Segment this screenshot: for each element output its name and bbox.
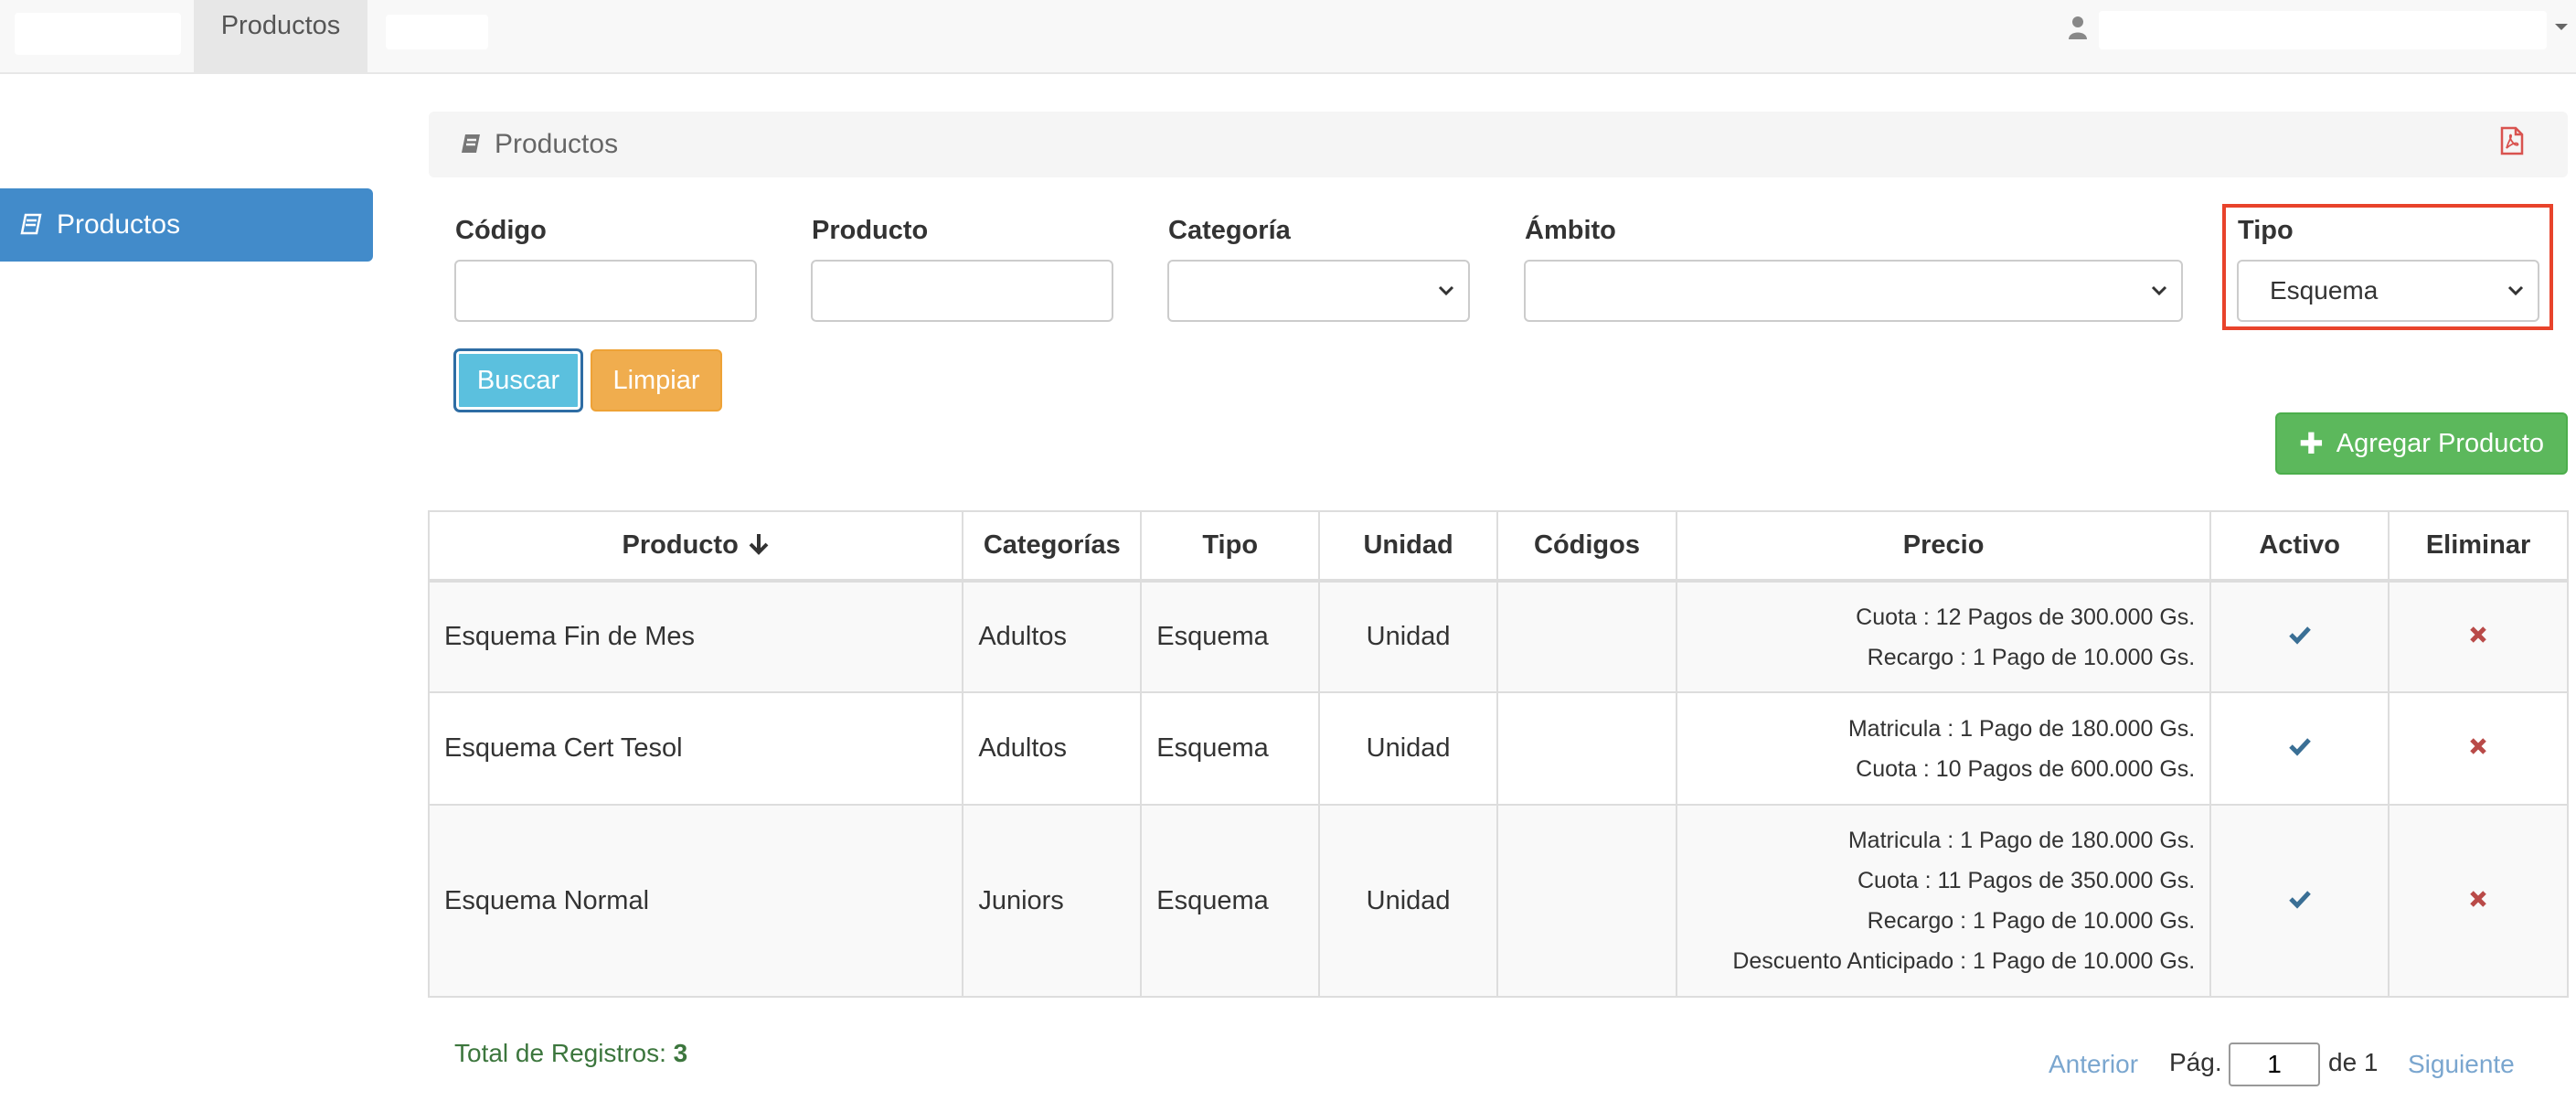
pagination-page-label: Pág.: [2169, 1048, 2222, 1076]
price-line: Recargo : 1 Pago de 10.000 Gs.: [1867, 908, 2196, 934]
sidebar-item-label: Productos: [57, 209, 181, 240]
cell-codigos: [1496, 804, 1677, 998]
nav-tab-label: Productos: [220, 11, 341, 40]
cell-eliminar[interactable]: [2388, 580, 2569, 693]
price-line: Matricula : 1 Pago de 180.000 Gs.: [1847, 828, 2196, 853]
pagination-prev[interactable]: Anterior: [2049, 1050, 2138, 1079]
productos-table: Producto Categorías Tipo Unidad Códigos …: [427, 510, 2569, 998]
brand-placeholder[interactable]: [15, 13, 181, 55]
pdf-icon[interactable]: [2500, 126, 2524, 155]
col-header-eliminar: Eliminar: [2388, 510, 2569, 583]
user-menu[interactable]: [2099, 11, 2547, 49]
price-line: Matricula : 1 Pago de 180.000 Gs.: [1847, 715, 2196, 742]
categoria-select[interactable]: [1167, 260, 1470, 322]
cell-eliminar[interactable]: [2388, 691, 2569, 806]
arrow-down-icon: [749, 534, 769, 555]
cell-categorias: Adultos: [962, 691, 1143, 806]
col-header-codigos: Códigos: [1496, 510, 1677, 583]
delete-icon[interactable]: [2468, 625, 2488, 645]
cell-activo[interactable]: [2209, 804, 2390, 998]
pagination-next[interactable]: Siguiente: [2408, 1050, 2515, 1079]
categoria-label: Categoría: [1168, 216, 1291, 245]
price-line: Cuota : 10 Pagos de 600.000 Gs.: [1856, 755, 2196, 782]
cell-tipo: Esquema: [1140, 804, 1321, 998]
check-icon[interactable]: [2288, 625, 2312, 645]
col-header-precio: Precio: [1675, 510, 2212, 583]
cell-unidad: Unidad: [1318, 804, 1499, 998]
cell-activo[interactable]: [2209, 691, 2390, 806]
book-icon: [462, 134, 480, 153]
nav-item-placeholder[interactable]: [386, 15, 488, 49]
total-records: Total de Registros: 3: [454, 1039, 687, 1068]
cell-categorias: Adultos: [962, 580, 1143, 693]
nav-tab-productos[interactable]: Productos: [194, 0, 367, 72]
col-header-producto[interactable]: Producto: [427, 510, 964, 583]
page-title: Productos: [495, 129, 619, 159]
producto-input[interactable]: [811, 260, 1113, 322]
caret-down-icon[interactable]: [2552, 16, 2571, 37]
cell-precio: Matricula : 1 Pago de 180.000 Gs. Cuota …: [1675, 691, 2212, 806]
codigo-label: Código: [455, 216, 547, 245]
col-header-unidad: Unidad: [1318, 510, 1499, 583]
cell-precio: Matricula : 1 Pago de 180.000 Gs. Cuota …: [1675, 804, 2212, 998]
tipo-select[interactable]: Esquema: [2237, 260, 2539, 322]
limpiar-button[interactable]: Limpiar: [591, 349, 722, 412]
price-line: Recargo : 1 Pago de 10.000 Gs.: [1867, 644, 2196, 670]
table-row[interactable]: Esquema Cert Tesol Adultos Esquema Unida…: [427, 691, 2569, 806]
pagination-of-label: de 1: [2328, 1048, 2379, 1076]
codigo-input[interactable]: [454, 260, 757, 322]
table-row[interactable]: Esquema Normal Juniors Esquema Unidad Ma…: [427, 804, 2569, 998]
book-icon: [20, 213, 42, 235]
cell-activo[interactable]: [2209, 580, 2390, 693]
delete-icon[interactable]: [2468, 889, 2488, 909]
ambito-select[interactable]: [1524, 260, 2183, 322]
cell-categorias: Juniors: [962, 804, 1143, 998]
top-navbar: Productos: [0, 0, 2576, 74]
plus-icon: ✚: [2298, 427, 2324, 460]
ambito-label: Ámbito: [1525, 216, 1616, 245]
agregar-producto-button[interactable]: ✚ Agregar Producto: [2275, 412, 2568, 475]
cell-eliminar[interactable]: [2388, 804, 2569, 998]
cell-producto[interactable]: Esquema Fin de Mes: [427, 580, 964, 693]
total-count: 3: [673, 1039, 688, 1067]
cell-unidad: Unidad: [1318, 580, 1499, 693]
col-header-label: Producto: [622, 530, 739, 560]
table-header-row: Producto Categorías Tipo Unidad Códigos …: [427, 510, 2569, 583]
tipo-select-value: Esquema: [2270, 276, 2379, 305]
cell-precio: Cuota : 12 Pagos de 300.000 Gs. Recargo …: [1675, 580, 2212, 693]
pagination-page-input[interactable]: [2229, 1042, 2320, 1086]
cell-producto[interactable]: Esquema Normal: [427, 804, 964, 998]
cell-codigos: [1496, 580, 1677, 693]
producto-label: Producto: [812, 216, 929, 245]
cell-tipo: Esquema: [1140, 580, 1321, 693]
chevron-down-icon: [2151, 285, 2167, 296]
panel-heading: Productos: [429, 112, 2568, 177]
price-line: Cuota : 12 Pagos de 300.000 Gs.: [1856, 604, 2196, 630]
cell-codigos: [1496, 691, 1677, 806]
chevron-down-icon: [1438, 285, 1454, 296]
agregar-producto-label: Agregar Producto: [2336, 428, 2545, 458]
cell-tipo: Esquema: [1140, 691, 1321, 806]
chevron-down-icon: [2507, 285, 2524, 296]
price-line: Cuota : 11 Pagos de 350.000 Gs.: [1857, 868, 2196, 893]
total-label: Total de Registros:: [454, 1039, 666, 1067]
check-icon[interactable]: [2288, 889, 2312, 909]
delete-icon[interactable]: [2468, 736, 2488, 756]
buscar-button[interactable]: Buscar: [454, 349, 582, 412]
user-icon: [2069, 16, 2087, 39]
table-row[interactable]: Esquema Fin de Mes Adultos Esquema Unida…: [427, 580, 2569, 693]
col-header-activo: Activo: [2209, 510, 2390, 583]
sidebar-item-productos[interactable]: Productos: [0, 188, 373, 262]
col-header-tipo: Tipo: [1140, 510, 1321, 583]
col-header-categorias: Categorías: [962, 510, 1143, 583]
check-icon[interactable]: [2288, 736, 2312, 756]
tipo-label: Tipo: [2238, 216, 2294, 245]
price-line: Descuento Anticipado : 1 Pago de 10.000 …: [1732, 948, 2196, 974]
cell-producto[interactable]: Esquema Cert Tesol: [427, 691, 964, 806]
cell-unidad: Unidad: [1318, 691, 1499, 806]
